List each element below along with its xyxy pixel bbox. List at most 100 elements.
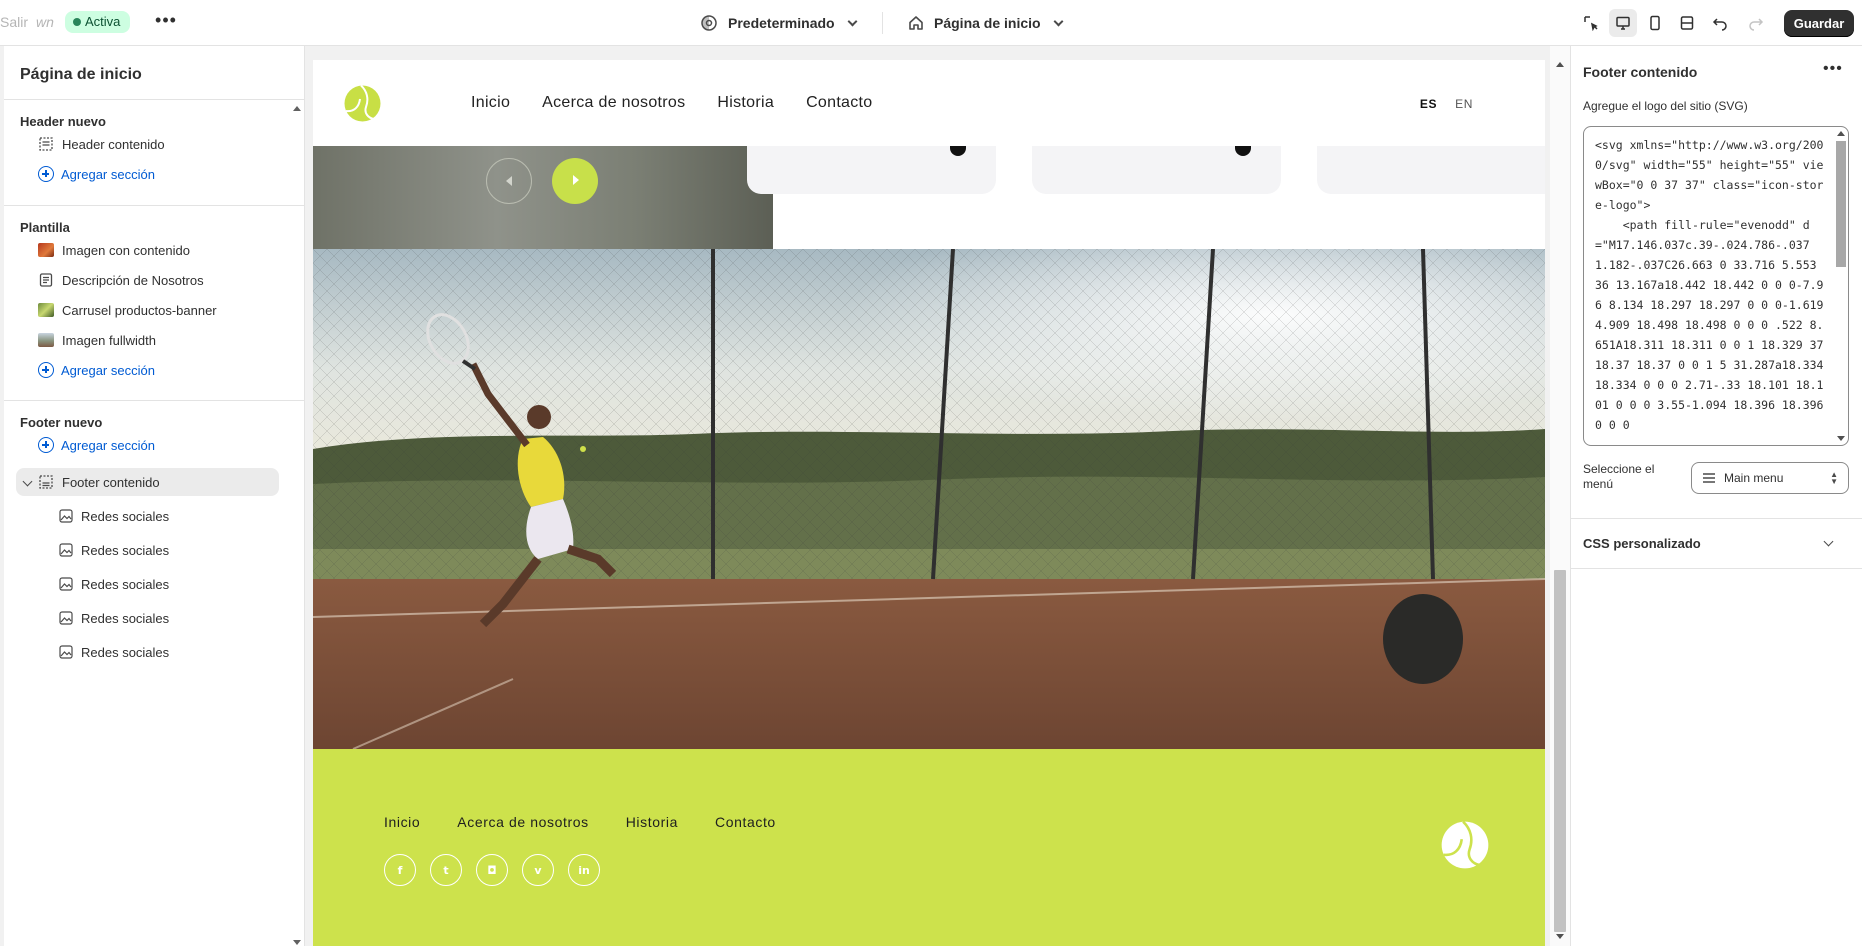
footer-link-home[interactable]: Inicio xyxy=(384,814,420,830)
footer-link-about[interactable]: Acerca de nosotros xyxy=(457,814,588,830)
fullwidth-icon xyxy=(1680,16,1694,30)
fullwidth-hero-image xyxy=(313,249,1545,749)
product-card[interactable] xyxy=(1032,146,1281,194)
nav-link-history[interactable]: Historia xyxy=(717,94,774,112)
undo-button[interactable] xyxy=(1706,9,1734,37)
vimeo-icon[interactable]: v xyxy=(522,854,554,886)
menu-select[interactable]: Main menu ▲ ▼ xyxy=(1691,462,1849,494)
scroll-down-arrow-icon[interactable] xyxy=(1556,934,1564,939)
lang-en[interactable]: EN xyxy=(1455,97,1473,111)
tennis-ball-logo-icon[interactable] xyxy=(1441,821,1489,869)
divider xyxy=(882,12,883,34)
block-social[interactable]: Redes sociales xyxy=(59,638,169,666)
image-content-thumb xyxy=(38,243,54,257)
section-label: Carrusel productos-banner xyxy=(62,302,217,318)
nav-link-about[interactable]: Acerca de nosotros xyxy=(542,94,685,112)
scrollbar-thumb[interactable] xyxy=(1554,570,1566,932)
store-name: wn xyxy=(36,14,54,30)
instagram-icon[interactable]: ◘ xyxy=(476,854,508,886)
product-card[interactable] xyxy=(747,146,996,194)
carousel-thumb xyxy=(38,303,54,317)
inspector-button[interactable] xyxy=(1577,9,1605,37)
image-block-icon xyxy=(59,543,73,557)
text-icon xyxy=(39,273,53,287)
section-about-description[interactable]: Descripción de Nosotros xyxy=(38,266,204,294)
preview-frame[interactable]: Inicio Acerca de nosotros Historia Conta… xyxy=(313,60,1545,946)
block-social[interactable]: Redes sociales xyxy=(59,604,169,632)
layout-icon xyxy=(39,137,53,151)
add-section-button[interactable]: Agregar sección xyxy=(38,356,155,384)
chevron-down-icon[interactable] xyxy=(1823,536,1834,547)
image-block-icon xyxy=(59,509,73,523)
add-section-button[interactable]: Agregar sección xyxy=(38,431,155,459)
block-social[interactable]: Redes sociales xyxy=(59,502,169,530)
lang-es[interactable]: ES xyxy=(1420,97,1437,111)
footer-link-history[interactable]: Historia xyxy=(626,814,678,830)
preview-scrollbar[interactable] xyxy=(1550,46,1570,946)
section-footer-content[interactable]: Footer contenido xyxy=(38,468,160,496)
save-button[interactable]: Guardar xyxy=(1784,10,1854,37)
theme-selector[interactable]: Predeterminado xyxy=(700,10,858,36)
add-section-button[interactable]: Agregar sección xyxy=(38,160,155,188)
menu-icon xyxy=(1703,473,1715,483)
undo-icon xyxy=(1712,18,1727,31)
status-badge: Activa xyxy=(65,11,131,33)
block-label: Redes sociales xyxy=(81,508,170,524)
nav-link-contact[interactable]: Contacto xyxy=(806,94,872,112)
group-template-label: Plantilla xyxy=(20,220,70,235)
section-carousel-products[interactable]: Carrusel productos-banner xyxy=(38,296,217,324)
section-image-fullwidth[interactable]: Imagen fullwidth xyxy=(38,326,156,354)
preview-canvas: Inicio Acerca de nosotros Historia Conta… xyxy=(305,46,1570,946)
desktop-view-button[interactable] xyxy=(1609,9,1637,37)
image-block-icon xyxy=(59,611,73,625)
page-selector[interactable]: Página de inicio xyxy=(908,10,1064,36)
site-footer: Inicio Acerca de nosotros Historia Conta… xyxy=(313,749,1545,946)
textarea-scrollbar-thumb[interactable] xyxy=(1836,141,1846,267)
twitter-icon[interactable]: t xyxy=(430,854,462,886)
status-badge-label: Activa xyxy=(85,14,121,29)
scroll-up-arrow-icon[interactable] xyxy=(293,106,301,111)
redo-button[interactable] xyxy=(1742,9,1770,37)
custom-css-toggle[interactable]: CSS personalizado xyxy=(1583,536,1701,551)
product-card[interactable] xyxy=(1317,146,1545,194)
mobile-view-button[interactable] xyxy=(1641,9,1669,37)
exit-button[interactable]: Salir xyxy=(0,14,28,30)
scroll-down-arrow-icon[interactable] xyxy=(1837,436,1845,441)
section-image-content[interactable]: Imagen con contenido xyxy=(38,236,190,264)
panel-more-button[interactable]: ••• xyxy=(1823,60,1843,78)
image-thumb xyxy=(38,333,54,347)
scroll-up-arrow-icon[interactable] xyxy=(1837,131,1845,136)
logo-svg-code[interactable]: <svg xmlns="http://www.w3.org/2000/svg" … xyxy=(1595,135,1825,435)
section-label: Footer contenido xyxy=(62,474,160,490)
block-social[interactable]: Redes sociales xyxy=(59,536,169,564)
carousel-next-button[interactable] xyxy=(552,158,598,204)
section-header-content[interactable]: Header contenido xyxy=(38,130,165,158)
group-header-label: Header nuevo xyxy=(20,114,106,129)
logo-svg-textarea[interactable]: <svg xmlns="http://www.w3.org/2000/svg" … xyxy=(1583,126,1849,446)
scroll-up-arrow-icon[interactable] xyxy=(1556,62,1564,67)
layout-icon xyxy=(39,475,53,489)
scroll-down-arrow-icon[interactable] xyxy=(293,940,301,945)
viewport-toolbar xyxy=(1577,9,1701,37)
palette-icon xyxy=(701,15,717,31)
block-social[interactable]: Redes sociales xyxy=(59,570,169,598)
social-links: f t ◘ v in xyxy=(384,854,600,886)
section-label: Descripción de Nosotros xyxy=(62,272,204,288)
fullscreen-view-button[interactable] xyxy=(1673,9,1701,37)
nav-link-home[interactable]: Inicio xyxy=(471,94,510,112)
page-title: Página de inicio xyxy=(20,66,142,83)
more-actions-button[interactable]: ••• xyxy=(154,10,178,34)
block-label: Redes sociales xyxy=(81,542,170,558)
add-circle-icon xyxy=(38,437,54,453)
divider xyxy=(4,99,305,100)
inspect-icon xyxy=(1584,16,1598,31)
facebook-icon[interactable]: f xyxy=(384,854,416,886)
tennis-player-photo xyxy=(313,249,1545,749)
site-header: Inicio Acerca de nosotros Historia Conta… xyxy=(313,60,1545,146)
page-selector-label: Página de inicio xyxy=(934,15,1041,31)
footer-link-contact[interactable]: Contacto xyxy=(715,814,776,830)
tennis-ball-logo-icon[interactable] xyxy=(344,85,381,122)
linkedin-icon[interactable]: in xyxy=(568,854,600,886)
footer-nav: Inicio Acerca de nosotros Historia Conta… xyxy=(384,814,776,830)
carousel-prev-button[interactable] xyxy=(486,158,532,204)
